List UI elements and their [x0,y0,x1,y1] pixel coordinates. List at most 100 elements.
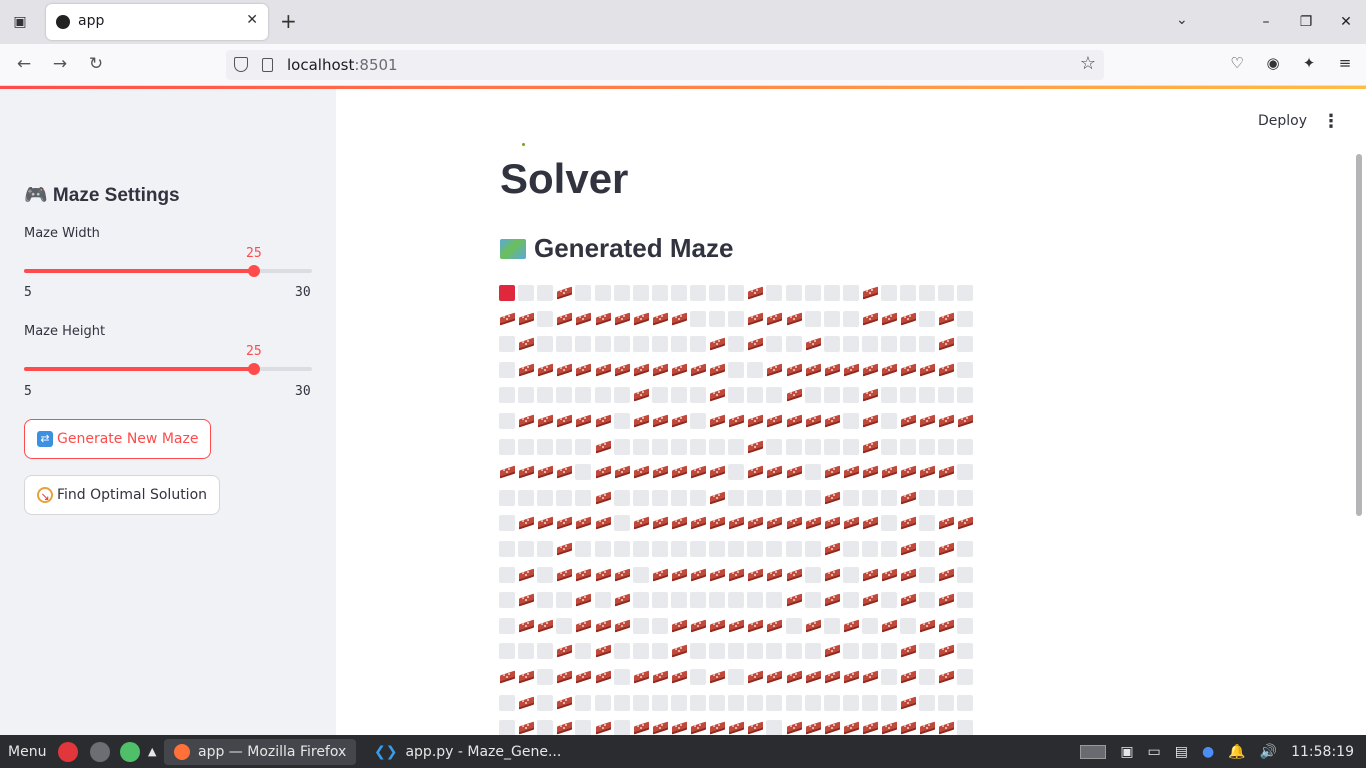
shuffle-icon: ⇄ [37,431,53,447]
maze-path-cell [499,490,515,506]
camera-icon[interactable]: ▣ [1120,744,1133,760]
maze-path-cell [728,311,744,327]
maze-path-cell [862,336,878,352]
maze-wall-cell [652,720,668,735]
maze-path-cell [786,541,802,557]
maze-wall-cell [862,285,878,301]
maze-path-cell [881,669,897,685]
forward-icon[interactable]: → [48,54,72,74]
maze-wall-cell [556,669,572,685]
maze-wall-cell [766,567,782,583]
maze-wall-cell [900,541,916,557]
maze-wall-cell [843,515,859,531]
url-text[interactable]: localhost:8501 [287,56,398,74]
tab-list-icon[interactable]: ▣ [8,11,32,33]
maze-start-cell [499,285,515,301]
minimize-icon[interactable]: – [1246,14,1286,30]
start-menu-button[interactable]: Menu [8,735,46,768]
maze-wall-cell [556,567,572,583]
maze-path-cell [786,643,802,659]
main-menu-icon[interactable]: ⋮ [1322,111,1340,132]
notification-bell-icon[interactable]: 🔔 [1228,744,1245,760]
maze-wall-cell [595,413,611,429]
app-launcher-icon[interactable] [58,735,78,768]
close-tab-icon[interactable]: ✕ [246,12,258,28]
maze-path-cell [499,387,515,403]
slider-thumb[interactable] [248,363,261,375]
chevron-down-icon[interactable]: ⌄ [1176,12,1188,28]
maze-path-cell [919,490,935,506]
maze-path-cell [805,285,821,301]
bookmark-star-icon[interactable]: ☆ [1080,53,1096,74]
maze-path-cell [671,439,687,455]
maze-path-cell [805,643,821,659]
maze-path-cell [652,541,668,557]
compass-icon: ↘ [37,487,53,503]
maze-path-cell [900,387,916,403]
scrollbar[interactable] [1356,154,1362,516]
maze-path-cell [862,490,878,506]
search-icon[interactable] [120,735,140,768]
maze-path-cell [843,311,859,327]
maze-path-cell [652,695,668,711]
maze-wall-cell [881,362,897,378]
new-tab-icon[interactable]: + [280,10,297,32]
workspace-icon[interactable] [1080,744,1107,759]
display-icon[interactable]: ▭ [1148,744,1161,760]
maze-path-cell [690,592,706,608]
tab-title: app [78,13,105,29]
maze-wall-cell [671,567,687,583]
hamburger-menu-icon[interactable]: ≡ [1336,54,1354,72]
account-icon[interactable]: ◉ [1264,54,1282,72]
maximize-icon[interactable]: ❐ [1286,14,1326,30]
clipboard-icon[interactable]: ▤ [1175,744,1188,760]
close-window-icon[interactable]: ✕ [1326,14,1366,30]
maze-height-slider[interactable] [24,363,312,375]
maze-wall-cell [957,515,973,531]
reload-icon[interactable]: ↻ [84,54,108,74]
maze-wall-cell [900,464,916,480]
pocket-icon[interactable]: ♡ [1228,54,1246,72]
maze-path-cell [575,541,591,557]
maze-wall-cell [690,362,706,378]
maze-wall-cell [537,413,553,429]
maze-wall-cell [633,311,649,327]
maze-path-cell [537,567,553,583]
maze-path-cell [938,490,954,506]
volume-icon[interactable]: 🔊 [1260,744,1277,760]
browser-tab[interactable]: app ✕ [46,4,268,40]
maze-path-cell [862,695,878,711]
maze-wall-cell [786,515,802,531]
terminal-icon[interactable] [90,735,110,768]
maze-wall-cell [938,643,954,659]
maze-wall-cell [786,311,802,327]
taskbar-vscode-window[interactable]: ❮❯ app.py - Maze_Gene... [364,739,571,765]
accessibility-icon[interactable]: ● [1202,744,1214,760]
deploy-button[interactable]: Deploy [1258,113,1307,129]
maze-path-cell [862,643,878,659]
maze-wall-cell [862,669,878,685]
maze-path-cell [633,490,649,506]
maze-wall-cell [499,311,515,327]
maze-wall-cell [614,592,630,608]
page-info-icon[interactable] [262,58,273,72]
slider-thumb[interactable] [248,265,261,277]
extensions-icon[interactable]: ✦ [1300,54,1318,72]
find-solution-button[interactable]: ↘ Find Optimal Solution [24,475,221,515]
maze-path-cell [575,695,591,711]
maze-wall-cell [919,720,935,735]
maze-wall-cell [862,464,878,480]
taskbar-firefox-window[interactable]: app — Mozilla Firefox [164,739,357,765]
maze-wall-cell [766,362,782,378]
maze-wall-cell [957,413,973,429]
maze-path-cell [671,592,687,608]
generate-maze-button[interactable]: ⇄ Generate New Maze [24,419,212,459]
maze-path-cell [957,669,973,685]
shield-icon[interactable] [234,57,248,72]
back-icon[interactable]: ← [12,54,36,74]
url-bar[interactable]: localhost:8501 ☆ [226,50,1104,80]
maze-wall-cell [595,490,611,506]
chevron-up-icon[interactable]: ▲ [148,735,156,768]
maze-path-cell [881,643,897,659]
maze-width-slider[interactable] [24,265,312,277]
